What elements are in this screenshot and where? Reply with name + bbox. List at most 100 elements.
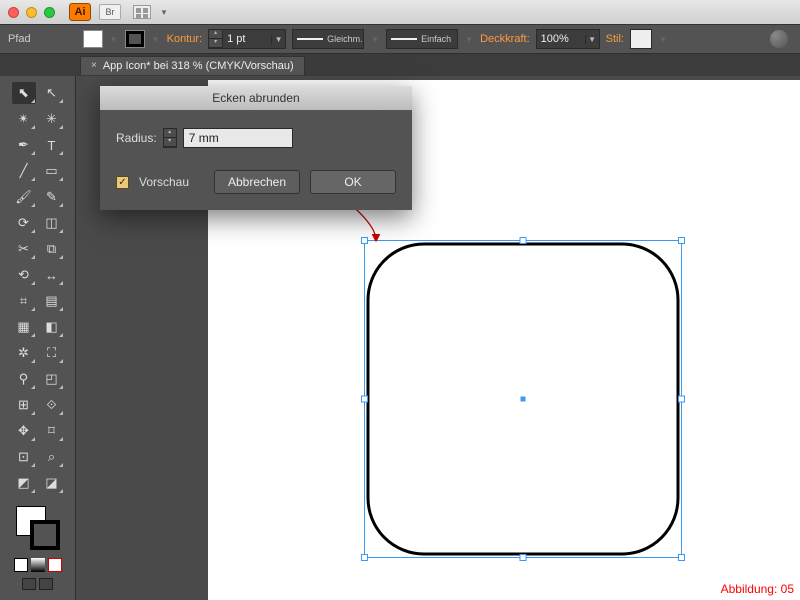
tool-slot-16[interactable]: ⌗ (12, 290, 36, 312)
preview-label: Vorschau (139, 175, 189, 189)
chevron-down-icon[interactable]: ▼ (464, 35, 474, 44)
dialog-title: Ecken abrunden (100, 86, 412, 110)
chevron-down-icon[interactable]: ▼ (109, 35, 119, 44)
tool-slot-23[interactable]: ◰ (40, 368, 64, 390)
stepper-up-icon[interactable]: ▴ (209, 30, 222, 39)
tool-slot-25[interactable]: ⟐ (40, 394, 64, 416)
stepper-down-icon[interactable]: ▾ (209, 39, 222, 48)
chevron-down-icon[interactable]: ▼ (271, 35, 285, 44)
style-label[interactable]: Stil: (606, 33, 624, 45)
resize-handle-nw[interactable] (361, 237, 368, 244)
stroke-label[interactable]: Kontur: (167, 33, 202, 45)
stroke-weight-combo[interactable]: ▴▾ ▼ (208, 29, 286, 49)
color-mode-row (14, 558, 62, 572)
selection-bounding-box[interactable] (364, 240, 682, 558)
tool-slot-19[interactable]: ◧ (40, 316, 64, 338)
resize-handle-e[interactable] (678, 396, 685, 403)
resize-handle-s[interactable] (520, 554, 527, 561)
tool-slot-29[interactable]: ⌕ (40, 446, 64, 468)
fill-swatch[interactable] (83, 30, 103, 48)
tool-slot-11[interactable]: ◫ (40, 212, 64, 234)
tool-slot-3[interactable]: ✳ (40, 108, 64, 130)
chevron-down-icon[interactable]: ▼ (658, 35, 668, 44)
stroke-weight-input[interactable] (223, 33, 271, 45)
traffic-lights (8, 7, 55, 18)
document-tab-title: App Icon* bei 318 % (CMYK/Vorschau) (103, 60, 294, 72)
stroke-dash-combo[interactable]: Gleichm. (292, 29, 364, 49)
stepper-down-icon[interactable]: ▾ (164, 138, 176, 147)
screen-mode-full[interactable] (39, 578, 53, 590)
tool-slot-26[interactable]: ✥ (12, 420, 36, 442)
tool-slot-17[interactable]: ▤ (40, 290, 64, 312)
tool-slot-15[interactable]: ↔ (40, 264, 64, 286)
close-tab-icon[interactable]: × (91, 60, 97, 71)
radius-label: Radius: (116, 131, 157, 145)
tool-slot-14[interactable]: ⟲ (12, 264, 36, 286)
tool-slot-4[interactable]: ✒ (12, 134, 36, 156)
color-mode-none[interactable] (48, 558, 62, 572)
tool-slot-7[interactable]: ▭ (40, 160, 64, 182)
tool-slot-12[interactable]: ✂ (12, 238, 36, 260)
cloud-icon[interactable] (770, 30, 788, 48)
resize-handle-se[interactable] (678, 554, 685, 561)
cancel-button[interactable]: Abbrechen (214, 170, 300, 194)
graphic-style-swatch[interactable] (630, 29, 652, 49)
tool-slot-5[interactable]: T (40, 134, 64, 156)
screen-mode-normal[interactable] (22, 578, 36, 590)
tool-slot-22[interactable]: ⚲ (12, 368, 36, 390)
tool-slot-2[interactable]: ✴ (12, 108, 36, 130)
color-mode-normal[interactable] (14, 558, 28, 572)
arrange-documents-button[interactable] (133, 5, 151, 19)
tool-slot-31[interactable]: ◪ (40, 472, 64, 494)
opacity-input[interactable] (537, 33, 585, 45)
minimize-icon[interactable] (26, 7, 37, 18)
tool-slot-10[interactable]: ⟳ (12, 212, 36, 234)
zoom-icon[interactable] (44, 7, 55, 18)
close-icon[interactable] (8, 7, 19, 18)
stroke-swatch[interactable] (125, 30, 145, 48)
control-bar: Pfad ▼ ▼ Kontur: ▴▾ ▼ Gleichm. ▼ Einfach… (0, 24, 800, 54)
stepper-up-icon[interactable]: ▴ (164, 129, 176, 138)
tool-slot-30[interactable]: ◩ (12, 472, 36, 494)
chevron-down-icon[interactable]: ▼ (585, 35, 599, 44)
resize-handle-ne[interactable] (678, 237, 685, 244)
chevron-down-icon[interactable]: ▼ (370, 35, 380, 44)
tool-slot-13[interactable]: ⧉ (40, 238, 64, 260)
resize-handle-n[interactable] (520, 237, 527, 244)
tool-slot-1[interactable]: ↖ (40, 82, 64, 104)
tool-slot-0[interactable]: ⬉ (12, 82, 36, 104)
selection-center-icon (521, 397, 526, 402)
chevron-down-icon[interactable]: ▼ (151, 35, 161, 44)
document-tabstrip: × App Icon* bei 318 % (CMYK/Vorschau) (0, 54, 800, 76)
opacity-label[interactable]: Deckkraft: (480, 33, 530, 45)
radius-input[interactable] (183, 128, 293, 148)
tool-slot-18[interactable]: ▦ (12, 316, 36, 338)
app-badge-ai: Ai (69, 3, 91, 21)
stroke-color-box[interactable] (30, 520, 60, 550)
tool-slot-20[interactable]: ✲ (12, 342, 36, 364)
tool-slot-6[interactable]: ╱ (12, 160, 36, 182)
selection-type-label: Pfad (8, 33, 31, 45)
tool-slot-21[interactable]: ⛶ (40, 342, 64, 364)
tool-slot-24[interactable]: ⊞ (12, 394, 36, 416)
fill-stroke-indicator[interactable] (16, 506, 60, 550)
stroke-profile-combo[interactable]: Einfach (386, 29, 458, 49)
screen-mode-row (22, 578, 53, 590)
preview-checkbox[interactable]: ✓ (116, 176, 129, 189)
tool-slot-8[interactable]: 🖌 (12, 186, 36, 208)
tool-slot-9[interactable]: ✎ (40, 186, 64, 208)
chevron-down-icon[interactable]: ▼ (159, 8, 169, 17)
tool-slot-27[interactable]: ⌑ (40, 420, 64, 442)
opacity-combo[interactable]: ▼ (536, 29, 600, 49)
tool-slot-28[interactable]: ⊡ (12, 446, 36, 468)
document-tab[interactable]: × App Icon* bei 318 % (CMYK/Vorschau) (80, 56, 305, 75)
ok-button[interactable]: OK (310, 170, 396, 194)
color-mode-gradient[interactable] (31, 558, 45, 572)
profile-label: Einfach (421, 34, 451, 44)
resize-handle-w[interactable] (361, 396, 368, 403)
bridge-button[interactable]: Br (99, 4, 121, 20)
resize-handle-sw[interactable] (361, 554, 368, 561)
figure-caption: Abbildung: 05 (721, 582, 794, 596)
window-titlebar: Ai Br ▼ (0, 0, 800, 24)
dash-label: Gleichm. (327, 34, 363, 44)
